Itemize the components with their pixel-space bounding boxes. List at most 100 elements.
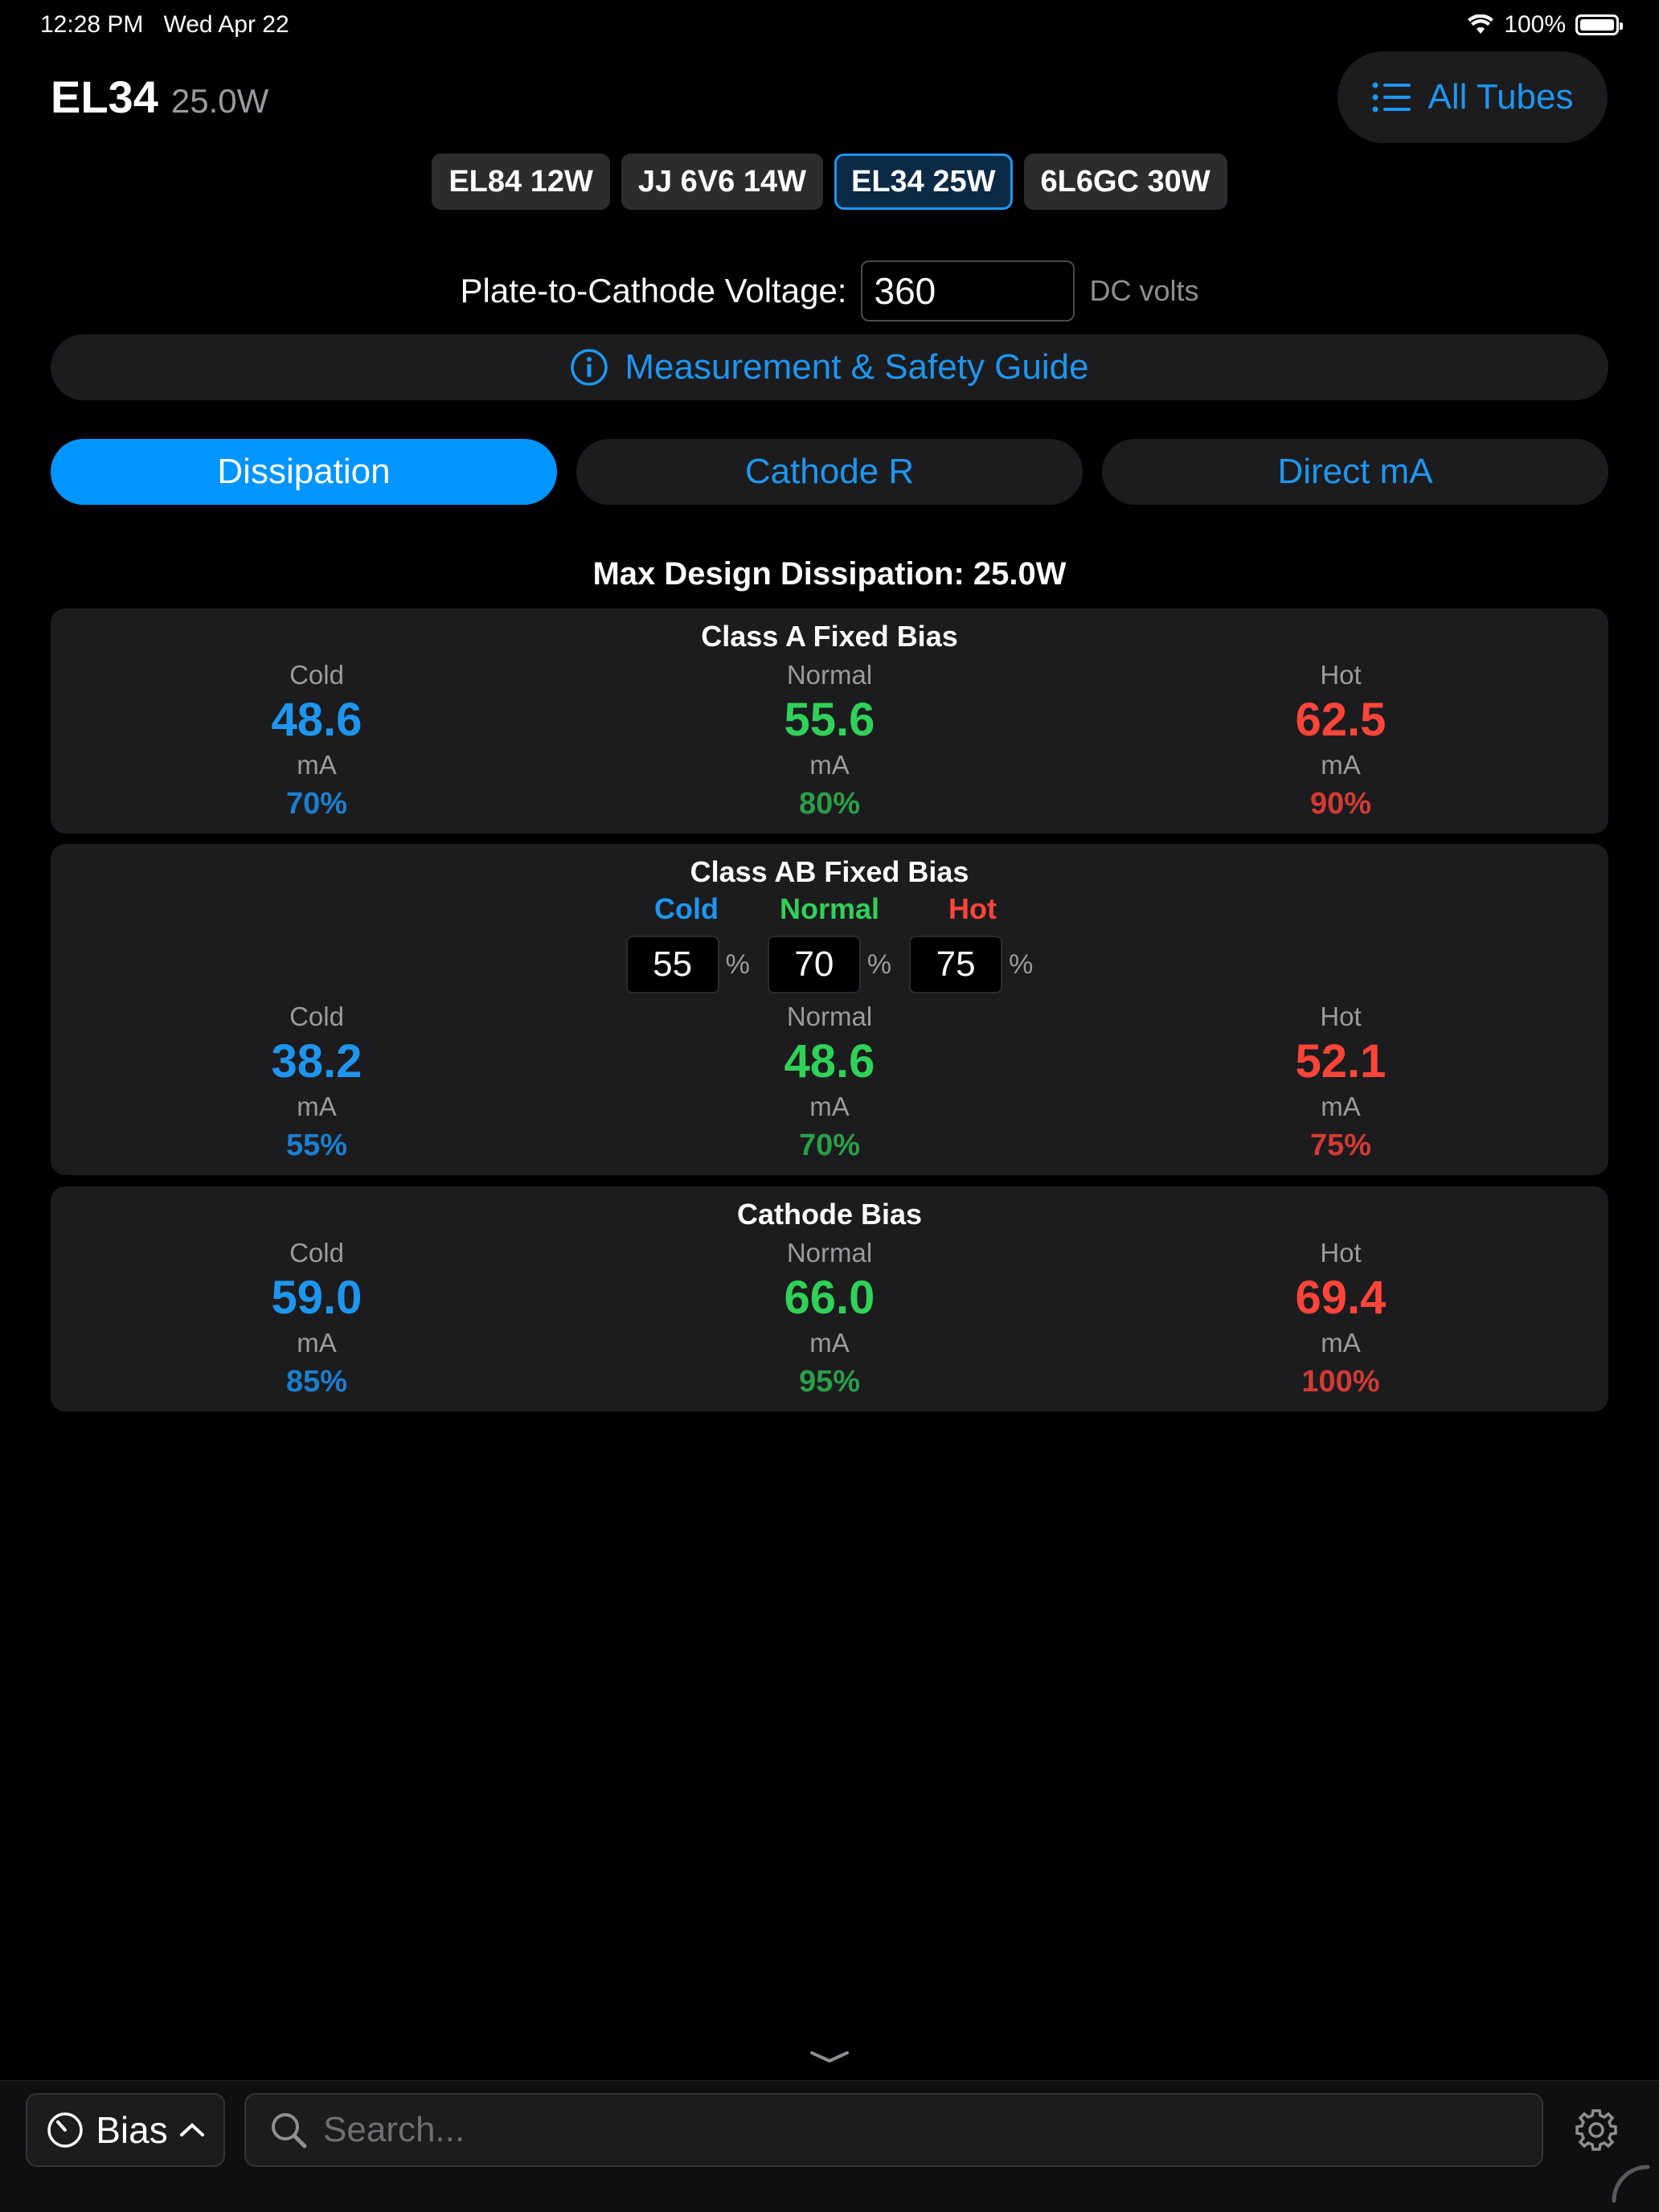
safety-guide-label: Measurement & Safety Guide [625, 347, 1089, 387]
status-date: Wed Apr 22 [163, 11, 289, 38]
ab-headers: Cold Normal Hot [51, 892, 1608, 926]
normal-unit: mA [809, 1328, 850, 1358]
cold-label: Cold [289, 1002, 344, 1031]
battery-icon [1575, 14, 1623, 35]
all-tubes-label: All Tubes [1428, 77, 1574, 117]
chip-el84[interactable]: EL84 12W [432, 154, 610, 210]
gauge-icon [47, 2112, 83, 2148]
hot-unit: mA [1321, 1328, 1361, 1358]
class-ab-card: Class AB Fixed Bias Cold Normal Hot % % … [51, 844, 1608, 1175]
class-a-hot: Hot 62.5 mA 90% [1180, 657, 1501, 824]
cold-unit: mA [297, 1328, 337, 1358]
search-icon [272, 2113, 307, 2149]
gear-icon[interactable] [1574, 2108, 1619, 2153]
voltage-field[interactable] [861, 260, 1075, 322]
ab-hot-input[interactable] [909, 936, 1003, 993]
ab-cold-field: % [625, 936, 750, 993]
class-ab-hot: Hot 52.1 mA 75% [1180, 998, 1501, 1165]
cathode-title: Cathode Bias [736, 1198, 923, 1231]
status-clock: 12:28 PM [40, 11, 144, 38]
chevron-down-icon[interactable] [809, 2050, 850, 2066]
ab-head-cold: Cold [654, 892, 719, 925]
class-a-card: Class A Fixed Bias Cold 48.6 mA 70% Norm… [51, 608, 1608, 834]
ab-normal-field: % [767, 936, 892, 993]
cold-value: 38.2 [271, 1035, 363, 1088]
tab-dissipation[interactable]: Dissipation [51, 439, 557, 505]
mode-label: Bias [96, 2109, 168, 2151]
normal-value: 66.0 [784, 1272, 875, 1324]
normal-label: Normal [786, 1238, 873, 1268]
ab-head-normal: Normal [779, 892, 880, 925]
cold-value: 48.6 [271, 694, 363, 746]
chip-6l6gc[interactable]: 6L6GC 30W [1023, 154, 1227, 210]
cold-percent: 85% [285, 1365, 348, 1399]
cold-percent: 70% [285, 787, 348, 821]
info-icon [571, 349, 608, 386]
cold-unit: mA [297, 1092, 337, 1121]
normal-percent: 70% [798, 1129, 861, 1162]
ab-normal-input[interactable] [767, 936, 861, 993]
normal-percent: 95% [798, 1365, 861, 1399]
chevron-up-icon [179, 2123, 204, 2136]
wifi-icon [1468, 14, 1494, 34]
search-input[interactable] [323, 2110, 1489, 2150]
hot-value: 62.5 [1295, 694, 1387, 746]
hot-percent: 90% [1309, 787, 1372, 821]
ab-cold-input[interactable] [625, 936, 719, 993]
voltage-label: Plate-to-Cathode Voltage: [460, 272, 847, 309]
hot-value: 52.1 [1295, 1035, 1387, 1088]
mode-picker-button[interactable]: Bias [26, 2093, 225, 2167]
class-a-normal: Normal 55.6 mA 80% [669, 657, 990, 824]
tube-wattage: 25.0W [170, 82, 269, 120]
normal-value: 55.6 [784, 694, 875, 746]
status-indicators: 100% [1467, 11, 1623, 39]
resize-handle-icon[interactable] [1611, 2164, 1651, 2204]
battery-percent: 100% [1504, 11, 1566, 38]
tube-preset-chips: EL84 12W JJ 6V6 14W EL34 25W 6L6GC 30W [0, 154, 1659, 210]
status-time: 12:28 PM Wed Apr 22 [40, 11, 289, 39]
class-a-title: Class A Fixed Bias [701, 620, 958, 653]
ab-hot-field: % [909, 936, 1033, 993]
class-a-cold: Cold 48.6 mA 70% [156, 657, 477, 824]
cathode-hot: Hot 69.4 mA 100% [1180, 1235, 1501, 1402]
search-bar[interactable] [244, 2093, 1543, 2167]
cathode-bias-card: Cathode Bias Cold 59.0 mA 85% Normal 66.… [51, 1186, 1608, 1411]
voltage-unit: DC volts [1089, 274, 1199, 307]
hot-unit: mA [1321, 750, 1361, 780]
hot-label: Hot [1320, 660, 1362, 690]
class-ab-cold: Cold 38.2 mA 55% [156, 998, 477, 1165]
cold-unit: mA [297, 750, 337, 780]
normal-label: Normal [786, 660, 873, 690]
max-dissipation: Max Design Dissipation: 25.0W [592, 556, 1067, 592]
cold-percent: 55% [285, 1129, 348, 1162]
tab-cathode-r[interactable]: Cathode R [576, 439, 1083, 505]
class-ab-title: Class AB Fixed Bias [690, 855, 969, 888]
hot-label: Hot [1320, 1238, 1362, 1268]
normal-unit: mA [809, 750, 850, 780]
hot-percent: 100% [1301, 1365, 1380, 1399]
ab-percent-inputs: % % % [51, 936, 1608, 993]
percent-suffix: % [866, 948, 892, 980]
cathode-cold: Cold 59.0 mA 85% [156, 1235, 477, 1402]
tube-name: EL34 [51, 72, 158, 122]
normal-label: Normal [786, 1002, 873, 1031]
safety-guide-button[interactable]: Measurement & Safety Guide [51, 334, 1608, 400]
hot-value: 69.4 [1295, 1272, 1387, 1324]
hot-label: Hot [1320, 1002, 1362, 1031]
tube-header: EL34 25.0W [51, 71, 268, 123]
percent-suffix: % [725, 948, 750, 980]
normal-percent: 80% [798, 787, 861, 821]
normal-unit: mA [809, 1092, 850, 1121]
chip-el34[interactable]: EL34 25W [834, 154, 1013, 210]
all-tubes-button[interactable]: All Tubes [1337, 51, 1608, 143]
cold-value: 59.0 [271, 1272, 363, 1324]
percent-suffix: % [1009, 948, 1034, 980]
list-icon [1372, 82, 1411, 113]
class-ab-normal: Normal 48.6 mA 70% [669, 998, 990, 1165]
cold-label: Cold [289, 1238, 344, 1268]
chip-jj-6v6[interactable]: JJ 6V6 14W [621, 154, 823, 210]
hot-unit: mA [1321, 1092, 1361, 1121]
hot-percent: 75% [1309, 1129, 1372, 1162]
cold-label: Cold [289, 660, 344, 690]
tab-direct-ma[interactable]: Direct mA [1102, 439, 1608, 505]
